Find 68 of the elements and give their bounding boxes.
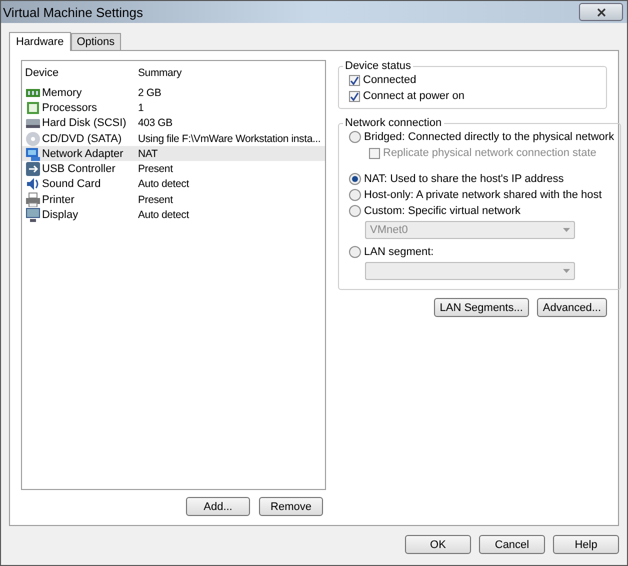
- device-row[interactable]: USB Controller Present: [22, 161, 325, 177]
- device-row[interactable]: Display Auto detect: [22, 207, 325, 223]
- sound-icon: [25, 176, 41, 192]
- network-icon: [25, 146, 41, 162]
- cd-icon: [25, 130, 41, 146]
- device-summary: 1: [138, 102, 144, 114]
- checkbox-label: Connect at power on: [363, 90, 465, 102]
- device-row[interactable]: Sound Card Auto detect: [22, 176, 325, 192]
- checkbox-label: Replicate physical network connection state: [383, 147, 596, 159]
- device-row[interactable]: Memory 2 GB: [22, 85, 325, 100]
- group-title: Network connection: [344, 117, 443, 129]
- radio-button[interactable]: [349, 246, 361, 258]
- radio-label: Custom: Specific virtual network: [364, 205, 520, 217]
- device-name: Processors: [42, 102, 98, 114]
- group-title: Device status: [344, 60, 412, 72]
- device-summary: Using file F:\VmWare Workstation insta...: [138, 132, 321, 145]
- device-name: Memory: [42, 86, 82, 99]
- network-button[interactable]: LAN Segments...: [434, 298, 529, 317]
- close-icon: [596, 8, 606, 16]
- radio-option[interactable]: Custom: Specific virtual network: [349, 205, 614, 217]
- device-name: Hard Disk (SCSI): [42, 117, 126, 130]
- radio-label: LAN segment:: [364, 246, 434, 258]
- radio-option[interactable]: NAT: Used to share the host's IP address: [349, 173, 614, 185]
- device-name: CD/DVD (SATA): [42, 132, 122, 145]
- column-header: Summary: [138, 67, 182, 79]
- checkbox[interactable]: [349, 74, 360, 86]
- radio-option[interactable]: LAN segment:: [349, 246, 614, 258]
- device-summary: Auto detect: [138, 178, 189, 190]
- column-header: Device: [25, 67, 60, 79]
- dropdown-arrow-icon: [563, 269, 570, 273]
- device-row[interactable]: Network Adapter NAT: [22, 146, 325, 162]
- device-summary: Auto detect: [138, 209, 189, 222]
- tab[interactable]: Hardware: [9, 32, 71, 51]
- tab[interactable]: Options: [70, 33, 121, 50]
- device-name: Printer: [42, 194, 74, 206]
- dialog-button[interactable]: OK: [405, 535, 471, 554]
- device-button[interactable]: Add...: [186, 497, 250, 516]
- device-name: Network Adapter: [42, 148, 124, 160]
- dialog-button[interactable]: Help: [553, 535, 619, 554]
- device-row[interactable]: Hard Disk (SCSI) 403 GB: [22, 116, 325, 131]
- device-summary: Present: [138, 163, 173, 176]
- processor-icon: [25, 100, 41, 116]
- display-icon: [25, 207, 41, 223]
- dropdown-arrow-icon: [563, 228, 570, 232]
- radio-button[interactable]: [349, 205, 361, 217]
- window-title: Virtual Machine Settings: [2, 4, 143, 20]
- checkbox[interactable]: [349, 90, 360, 102]
- usb-icon: [25, 161, 41, 177]
- radio-button[interactable]: [349, 131, 361, 143]
- radio-button[interactable]: [349, 189, 361, 201]
- network-button[interactable]: Advanced...: [536, 298, 607, 317]
- device-name: USB Controller: [42, 163, 116, 176]
- close-button[interactable]: [579, 3, 623, 21]
- checkbox-label: Connected: [363, 74, 416, 86]
- radio-label: NAT: Used to share the host's IP address: [364, 173, 564, 185]
- device-row[interactable]: Processors 1: [22, 100, 325, 116]
- device-row[interactable]: Printer Present: [22, 192, 325, 208]
- device-name: Display: [42, 209, 78, 222]
- device-summary: 2 GB: [138, 86, 162, 99]
- device-button[interactable]: Remove: [259, 497, 323, 516]
- dialog-button[interactable]: Cancel: [479, 535, 545, 554]
- device-row[interactable]: CD/DVD (SATA) Using file F:\VmWare Workstation insta...: [22, 130, 325, 146]
- radio-button[interactable]: [349, 173, 361, 185]
- device-summary: 403 GB: [138, 117, 172, 130]
- device-name: Sound Card: [42, 178, 101, 190]
- device-summary: Present: [138, 194, 173, 206]
- printer-icon: [25, 192, 41, 208]
- device-summary: NAT: [138, 148, 158, 160]
